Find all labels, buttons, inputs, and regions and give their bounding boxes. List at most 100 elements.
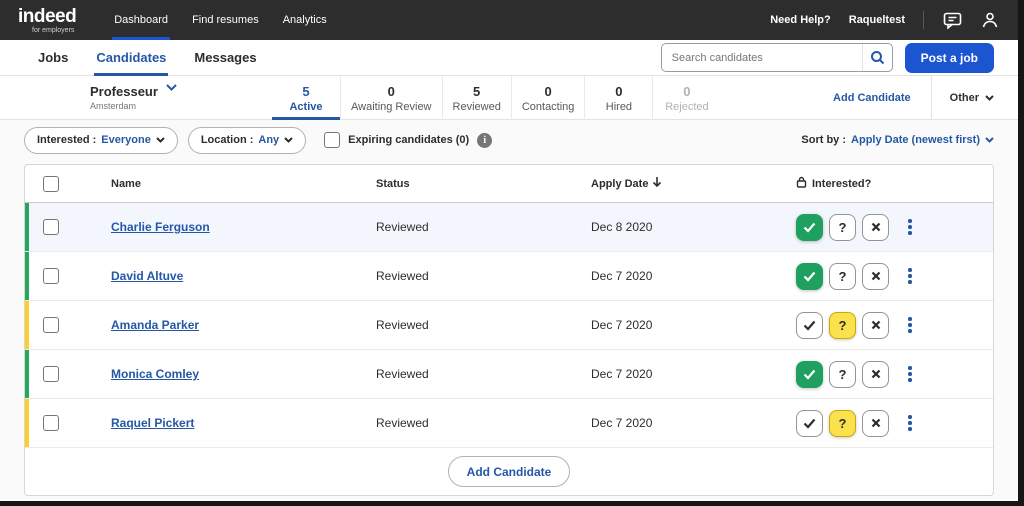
interested-group: ? [796,311,889,339]
row-menu-button[interactable] [905,314,915,336]
nav-analytics[interactable]: Analytics [271,0,339,40]
row-menu-button[interactable] [905,216,915,238]
stage-count: 0 [615,83,623,99]
nav-find-resumes[interactable]: Find resumes [180,0,271,40]
add-candidate-link[interactable]: Add Candidate [833,92,911,104]
interested-no-button[interactable] [862,262,889,290]
pipeline-stage-active[interactable]: 5 Active [272,76,340,120]
lock-icon [796,176,807,191]
location-filter-prefix: Location : [200,134,254,146]
interested-yes-button[interactable] [796,213,823,241]
logo-subtext: for employers [32,26,75,34]
pipeline-stage-rejected[interactable]: 0 Rejected [652,76,720,120]
tab-messages[interactable]: Messages [180,40,270,76]
interested-maybe-button[interactable]: ? [829,262,856,290]
column-header-name[interactable]: Name [111,178,376,190]
expiring-candidates-filter: Expiring candidates (0) i [324,132,493,148]
interested-no-button[interactable] [862,311,889,339]
search-candidates-box [660,43,893,72]
table-row: Amanda Parker Reviewed Dec 7 2020 ? [25,301,993,350]
topbar-divider [923,11,924,29]
secondary-navigation-bar: Jobs Candidates Messages Post a job [0,40,1018,76]
pipeline-stage-reviewed[interactable]: 5 Reviewed [441,76,511,120]
stage-label: Awaiting Review [351,100,432,113]
chevron-down-icon [156,137,165,143]
row-status-edge [25,399,29,447]
search-icon[interactable] [861,44,892,71]
interested-no-button[interactable] [862,360,889,388]
candidate-name-link[interactable]: David Altuve [111,269,183,283]
top-nav: Dashboard Find resumes Analytics [102,0,339,40]
candidate-apply-date: Dec 7 2020 [591,416,653,430]
interested-maybe-button[interactable]: ? [829,311,856,339]
candidate-name-link[interactable]: Monica Comley [111,367,199,381]
row-menu-button[interactable] [905,265,915,287]
main-tabs: Jobs Candidates Messages [24,40,271,76]
interested-yes-button[interactable] [796,360,823,388]
row-menu-button[interactable] [905,363,915,385]
select-all-checkbox[interactable] [43,175,59,192]
candidate-apply-date: Dec 7 2020 [591,318,653,332]
add-candidate-button[interactable]: Add Candidate [447,456,571,487]
search-input[interactable] [661,51,862,64]
interested-yes-button[interactable] [796,262,823,290]
pipeline-stage-contacting[interactable]: 0 Contacting [510,76,585,120]
pipeline-stage-hired[interactable]: 0 Hired [584,76,652,120]
indeed-employer-page: indeed for employers Dashboard Find resu… [0,0,1018,501]
row-status-edge [25,350,29,398]
row-checkbox[interactable] [43,317,59,333]
sort-by-dropdown[interactable]: Sort by : Apply Date (newest first) [801,134,994,146]
indeed-logo[interactable]: indeed for employers [18,7,77,34]
candidates-table: Name Status Apply Date Interested? Charl… [24,164,994,496]
column-header-status[interactable]: Status [376,178,591,190]
post-a-job-button[interactable]: Post a job [904,42,994,73]
candidate-name-link[interactable]: Amanda Parker [111,318,199,332]
row-menu-button[interactable] [905,412,915,434]
chevron-down-icon [985,137,994,143]
stage-count: 0 [387,83,395,99]
job-title: Professeur [90,84,158,100]
candidate-name-link[interactable]: Raquel Pickert [111,416,194,430]
filter-row: Interested : Everyone Location : Any Exp… [0,120,1018,160]
interested-yes-button[interactable] [796,311,823,339]
table-row: Monica Comley Reviewed Dec 7 2020 ? [25,350,993,399]
candidate-rows: Charlie Ferguson Reviewed Dec 8 2020 ? D… [25,203,993,448]
need-help-link[interactable]: Need Help? [770,14,831,26]
pipeline-stage-awaiting-review[interactable]: 0 Awaiting Review [340,76,442,120]
tab-jobs[interactable]: Jobs [24,40,82,76]
account-icon[interactable] [980,10,1000,30]
stage-label: Hired [605,100,633,113]
interested-yes-button[interactable] [796,409,823,437]
row-checkbox[interactable] [43,366,59,382]
candidate-status: Reviewed [376,220,429,234]
stage-count: 0 [683,83,691,99]
interested-maybe-button[interactable]: ? [829,409,856,437]
location-filter[interactable]: Location : Any [187,126,307,154]
stage-count: 5 [302,83,310,99]
messages-icon[interactable] [942,10,962,30]
interested-group: ? [796,360,889,388]
sort-by-prefix: Sort by : [801,134,847,146]
interested-filter-prefix: Interested : [37,134,97,146]
interested-filter-value: Everyone [101,134,151,146]
row-checkbox[interactable] [43,219,59,235]
interested-maybe-button[interactable]: ? [829,213,856,241]
interested-filter[interactable]: Interested : Everyone [24,126,178,154]
account-name-link[interactable]: Raqueltest [849,14,905,26]
candidate-status: Reviewed [376,416,429,430]
interested-no-button[interactable] [862,213,889,241]
sort-by-value: Apply Date (newest first) [851,134,980,146]
interested-maybe-button[interactable]: ? [829,360,856,388]
info-icon[interactable]: i [477,132,493,148]
job-selector[interactable]: Professeur Amsterdam [90,84,177,111]
row-checkbox[interactable] [43,415,59,431]
expiring-candidates-checkbox[interactable] [324,132,341,148]
other-dropdown[interactable]: Other [930,76,994,119]
candidate-name-link[interactable]: Charlie Ferguson [111,220,210,234]
tab-candidates[interactable]: Candidates [82,40,180,76]
interested-no-button[interactable] [862,409,889,437]
expiring-candidates-label: Expiring candidates (0) [348,134,470,146]
nav-dashboard[interactable]: Dashboard [102,0,180,40]
column-header-apply-date[interactable]: Apply Date [591,176,796,191]
row-checkbox[interactable] [43,268,59,284]
